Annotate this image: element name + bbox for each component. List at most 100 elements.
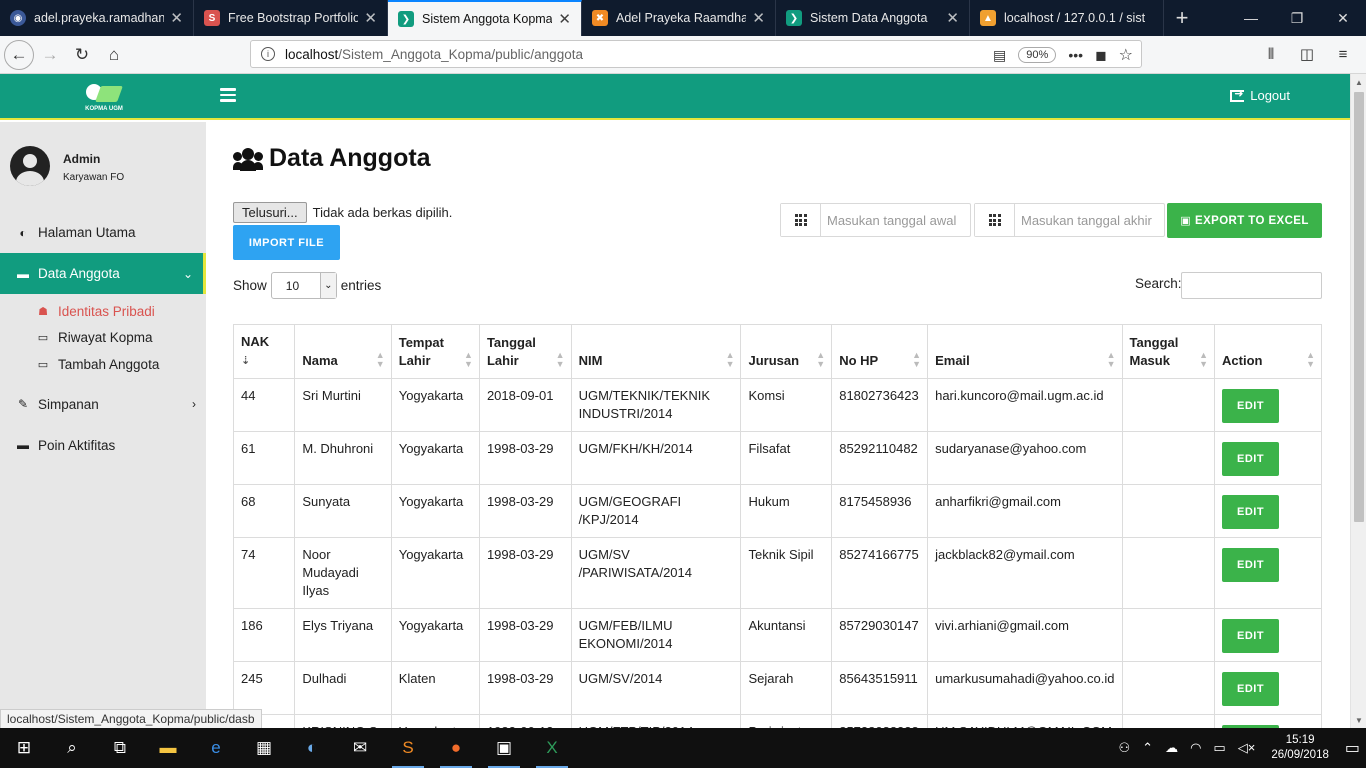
battery-icon[interactable]: ▭: [1207, 740, 1231, 756]
edit-button[interactable]: EDIT: [1222, 548, 1280, 582]
entries-select[interactable]: 10 ⌄: [270, 272, 337, 299]
firefox-icon[interactable]: ●: [432, 728, 480, 768]
close-icon[interactable]: ✕: [752, 9, 765, 27]
search-input[interactable]: [1181, 272, 1322, 299]
browser-tab[interactable]: ◉ adel.prayeka.ramadhan | ✕: [0, 0, 194, 36]
cell-action: EDIT: [1214, 431, 1322, 485]
sidebar-item-home[interactable]: ◐ Halaman Utama: [0, 212, 206, 253]
star-icon[interactable]: ☆: [1119, 45, 1133, 65]
sidebar-subitem-identitas[interactable]: ☗ Identitas Pribadi: [0, 298, 206, 325]
task-view-icon[interactable]: ⧉: [96, 728, 144, 768]
browser-tab[interactable]: ▲ localhost / 127.0.0.1 / sist: [970, 0, 1164, 36]
wifi-icon[interactable]: ◠: [1184, 740, 1207, 756]
app-icon[interactable]: ◐: [288, 728, 336, 768]
sidebar-item-poin[interactable]: ▬ Poin Aktifitas: [0, 425, 206, 466]
col-header-email[interactable]: Email ▲ ▼: [927, 324, 1123, 379]
excel-icon[interactable]: X: [528, 728, 576, 768]
forward-icon[interactable]: →: [34, 39, 66, 71]
search-icon[interactable]: ⌕: [48, 728, 96, 768]
col-header-no-hp[interactable]: No HP ▲ ▼: [831, 324, 929, 379]
library-icon[interactable]: ⫴: [1256, 39, 1286, 69]
close-icon[interactable]: ✕: [170, 9, 183, 27]
cell-tanggal-masuk: [1121, 661, 1216, 715]
windows-start-icon[interactable]: ⊞: [0, 728, 48, 768]
col-header-action[interactable]: Action ▲ ▼: [1214, 324, 1322, 379]
sort-icon: ▲ ▼: [464, 350, 473, 369]
sublime-icon[interactable]: S: [384, 728, 432, 768]
zoom-badge[interactable]: 90%: [1018, 47, 1057, 63]
calendar-grid-icon[interactable]: [975, 204, 1015, 236]
edit-button[interactable]: EDIT: [1222, 619, 1280, 653]
export-excel-button[interactable]: ▣ EXPORT TO EXCEL: [1167, 203, 1322, 238]
close-icon[interactable]: ✕: [558, 10, 571, 28]
edit-button[interactable]: EDIT: [1222, 495, 1280, 529]
minimize-icon[interactable]: —: [1228, 0, 1274, 36]
close-window-icon[interactable]: ✕: [1320, 0, 1366, 36]
page-scrollbar[interactable]: ▲ ▼: [1350, 74, 1366, 728]
file-explorer-icon[interactable]: ▬: [144, 728, 192, 768]
menu-icon[interactable]: ≡: [1328, 39, 1358, 69]
sidebar-subitem-riwayat[interactable]: ▭ Riwayat Kopma: [0, 325, 206, 352]
col-header-tanggal-masuk[interactable]: Tanggal Masuk ▲ ▼: [1121, 324, 1216, 379]
browser-toolbar: ⫴ ◫ ≡: [1256, 39, 1358, 69]
close-icon[interactable]: ✕: [364, 9, 377, 27]
reload-icon[interactable]: ↻: [66, 39, 98, 71]
kopma-logo[interactable]: KOPMA UGM: [82, 80, 126, 116]
cell-action: EDIT: [1214, 378, 1322, 432]
col-header-nama[interactable]: Nama ▲ ▼: [294, 324, 392, 379]
home-icon[interactable]: ⌂: [98, 39, 130, 71]
date-end-group: Masukan tanggal akhir: [974, 203, 1165, 237]
volume-icon[interactable]: ◁×: [1232, 740, 1262, 756]
col-header-nim[interactable]: NIM ▲ ▼: [570, 324, 742, 379]
store-icon[interactable]: ▦: [240, 728, 288, 768]
cell-no-hp: 8175458936: [831, 484, 929, 538]
new-tab-button[interactable]: +: [1164, 0, 1200, 36]
hamburger-icon[interactable]: [220, 88, 236, 102]
sidebar-subitem-tambah[interactable]: ▭ Tambah Anggota: [0, 351, 206, 378]
cell-tempat-lahir: Yogyakarta: [390, 431, 480, 485]
browser-navbar: ← → ↻ ⌂ i localhost/Sistem_Anggota_Kopma…: [0, 36, 1366, 74]
mail-icon[interactable]: ✉: [336, 728, 384, 768]
clock-time: 15:19: [1285, 734, 1315, 746]
pocket-icon[interactable]: ◼: [1095, 47, 1107, 64]
import-file-button[interactable]: IMPORT FILE: [233, 225, 340, 260]
scroll-up-icon[interactable]: ▲: [1351, 74, 1366, 90]
restore-icon[interactable]: ❐: [1274, 0, 1320, 36]
people-icon[interactable]: ⚇: [1113, 740, 1137, 756]
sidebar-item-data-anggota[interactable]: ▬ Data Anggota ⌄: [0, 253, 206, 294]
edit-button[interactable]: EDIT: [1222, 389, 1280, 423]
close-icon[interactable]: ✕: [946, 9, 959, 27]
col-header-tanggal-lahir[interactable]: Tanggal Lahir ▲ ▼: [478, 324, 572, 379]
browser-tab-active[interactable]: ❯ Sistem Anggota Kopma ✕: [388, 0, 582, 36]
notification-icon[interactable]: ▭: [1339, 738, 1366, 758]
calendar-grid-icon[interactable]: [781, 204, 821, 236]
cell-no-hp: 85274166775: [831, 537, 929, 609]
date-end-input[interactable]: Masukan tanggal akhir: [1015, 204, 1152, 236]
cloud-icon[interactable]: ☁: [1159, 740, 1184, 756]
back-icon[interactable]: ←: [4, 39, 34, 70]
edge-icon[interactable]: e: [192, 728, 240, 768]
date-start-input[interactable]: Masukan tanggal awal: [821, 204, 956, 236]
edit-button[interactable]: EDIT: [1222, 442, 1280, 476]
browser-tab[interactable]: S Free Bootstrap Portfolio T ✕: [194, 0, 388, 36]
col-header-jurusan[interactable]: Jurusan ▲ ▼: [740, 324, 833, 379]
browse-button[interactable]: Telusuri...: [233, 202, 307, 223]
media-icon[interactable]: ▣: [480, 728, 528, 768]
info-icon[interactable]: i: [261, 47, 275, 61]
clock[interactable]: 15:19 26/09/2018: [1261, 733, 1339, 763]
sidebar-icon[interactable]: ◫: [1292, 39, 1322, 69]
reader-icon[interactable]: ▤: [993, 47, 1006, 64]
address-bar[interactable]: i localhost/Sistem_Anggota_Kopma/public/…: [250, 40, 1142, 68]
edit-button[interactable]: EDIT: [1222, 672, 1280, 706]
col-header-nak[interactable]: NAK ⇣: [232, 324, 296, 379]
col-header-tempat-lahir[interactable]: Tempat Lahir ▲ ▼: [390, 324, 480, 379]
chevron-up-icon[interactable]: ⌃: [1136, 740, 1159, 756]
scroll-down-icon[interactable]: ▼: [1351, 712, 1366, 728]
more-icon[interactable]: •••: [1068, 47, 1083, 63]
browser-tab[interactable]: ❯ Sistem Data Anggota ✕: [776, 0, 970, 36]
file-status: Tidak ada berkas dipilih.: [312, 205, 453, 220]
logout-link[interactable]: Logout: [1230, 87, 1290, 103]
browser-tab[interactable]: ✖ Adel Prayeka Raamdhan ✕: [582, 0, 776, 36]
sidebar-item-simpanan[interactable]: ✎ Simpanan ›: [0, 384, 206, 425]
scroll-thumb[interactable]: [1354, 92, 1364, 522]
